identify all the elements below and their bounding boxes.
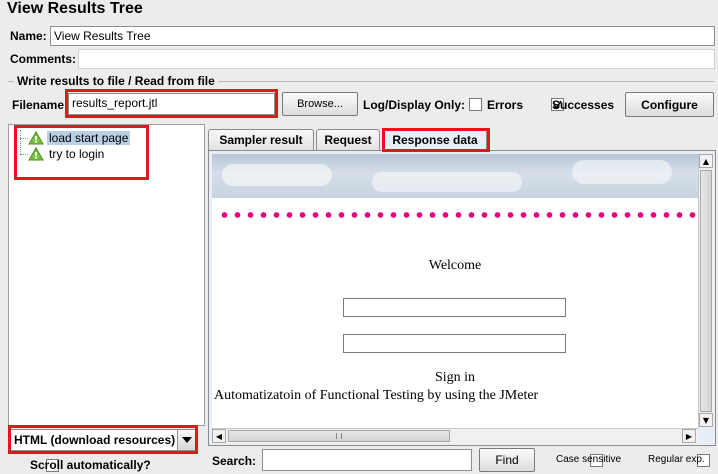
tree-item-load-start-page[interactable]: load start page: [28, 130, 131, 146]
tab-response-data[interactable]: Response data: [383, 129, 487, 150]
errors-label: Errors: [487, 98, 524, 112]
grip-icon: [336, 433, 342, 439]
name-label: Name:: [10, 29, 47, 43]
errors-checkbox[interactable]: [469, 98, 482, 111]
horizontal-scroll-thumb[interactable]: [228, 430, 450, 442]
scroll-up-icon[interactable]: ▲: [699, 154, 713, 168]
search-label: Search:: [212, 454, 257, 468]
tree-connector: [20, 154, 28, 155]
scroll-left-icon[interactable]: ◀: [212, 429, 226, 443]
search-input[interactable]: [262, 449, 472, 471]
log-display-label: Log/Display Only:: [363, 98, 466, 112]
name-input[interactable]: View Results Tree: [50, 26, 715, 46]
filename-label: Filename: [12, 98, 65, 112]
file-group-title: Write results to file / Read from file: [14, 74, 218, 88]
tab-request[interactable]: Request: [316, 129, 380, 150]
tree-item-label: try to login: [49, 147, 105, 161]
success-warning-icon: [28, 131, 44, 145]
sign-in-link[interactable]: Sign in: [212, 370, 698, 386]
renderer-select-value: HTML (download resources): [14, 433, 176, 447]
success-warning-icon: [28, 147, 44, 161]
footer-text: Automatizatoin of Functional Testing by …: [214, 388, 539, 403]
page-title: View Results Tree: [7, 0, 143, 17]
chevron-down-icon[interactable]: [177, 430, 195, 450]
username-input[interactable]: [343, 298, 566, 317]
tree-item-label: load start page: [47, 131, 131, 145]
scroll-right-icon[interactable]: ▶: [682, 429, 696, 443]
tree-item-try-to-login[interactable]: try to login: [28, 146, 106, 162]
tree-connector: [20, 138, 28, 139]
find-button[interactable]: Find: [479, 448, 535, 472]
scroll-down-icon[interactable]: ▼: [699, 413, 713, 427]
comments-input[interactable]: [78, 49, 715, 69]
browse-button[interactable]: Browse...: [282, 92, 358, 116]
password-input[interactable]: [343, 334, 566, 353]
tab-sampler-result[interactable]: Sampler result: [208, 129, 314, 150]
configure-button[interactable]: Configure: [625, 92, 714, 117]
pink-dotted-divider: [218, 212, 698, 218]
results-tree[interactable]: [8, 124, 205, 426]
tree-connector: [20, 130, 21, 154]
filename-input[interactable]: results_report.jtl: [68, 93, 275, 115]
case-sensitive-label: Case sensitive: [556, 454, 622, 465]
comments-label: Comments:: [10, 52, 77, 66]
successes-label: Successes: [552, 98, 615, 112]
header-sky-image: [212, 154, 698, 198]
welcome-text: Welcome: [428, 258, 482, 273]
response-html-view: Welcome Sign in Automatizatoin of Functi…: [212, 154, 698, 428]
renderer-select[interactable]: HTML (download resources): [10, 429, 196, 451]
scroll-auto-label: Scroll automatically?: [30, 458, 151, 472]
regular-exp-label: Regular exp.: [648, 454, 705, 465]
vertical-scroll-thumb[interactable]: [700, 170, 712, 412]
